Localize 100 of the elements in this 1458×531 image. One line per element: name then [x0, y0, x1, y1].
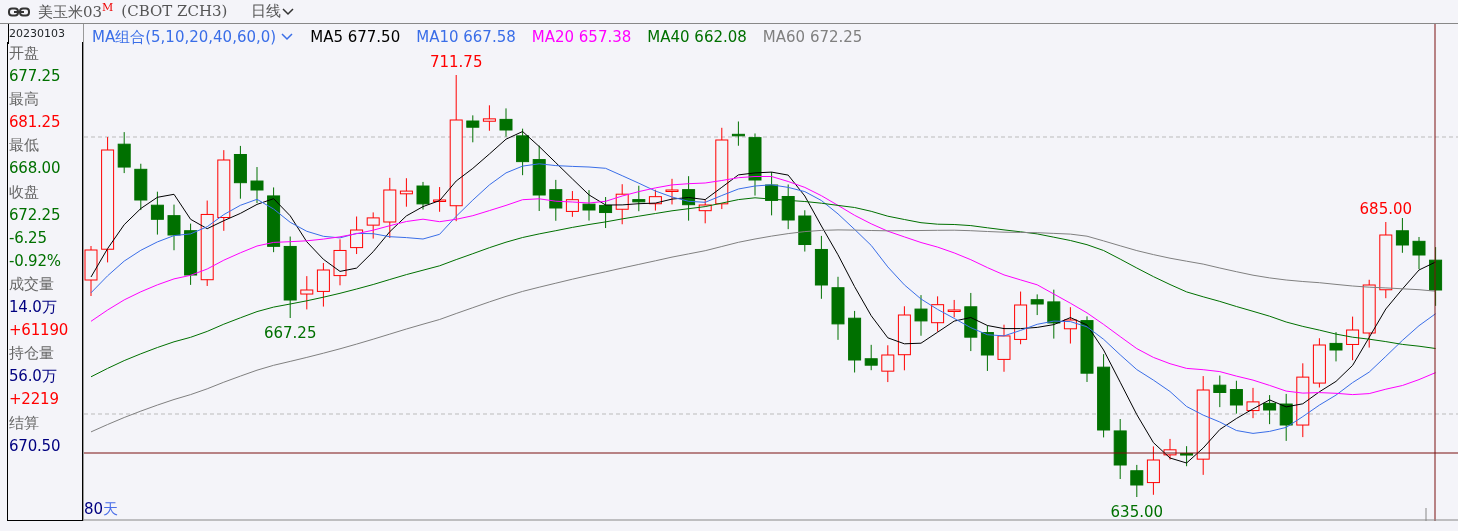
candlestick	[1163, 438, 1177, 460]
candlestick	[499, 107, 513, 138]
candlestick	[316, 262, 330, 308]
candlestick	[897, 305, 911, 371]
candlestick	[1180, 445, 1194, 467]
candlestick	[914, 294, 928, 337]
candlestick	[1014, 291, 1028, 345]
candlestick	[748, 132, 762, 197]
candlestick	[416, 181, 430, 210]
candlestick	[682, 175, 696, 222]
candlestick	[1279, 393, 1293, 442]
candlestick	[549, 179, 563, 222]
candlestick	[947, 299, 961, 318]
field-value: 670.50	[9, 435, 62, 457]
ma-value: MA5 677.50	[310, 27, 401, 48]
candlestick	[1047, 289, 1061, 340]
candlestick	[997, 324, 1011, 373]
candlestick	[1312, 337, 1326, 388]
candlestick	[134, 163, 148, 211]
caret-icon[interactable]	[281, 6, 296, 17]
candlestick	[167, 204, 181, 251]
candlestick	[532, 145, 546, 212]
period-dropdown[interactable]: 日线	[251, 0, 296, 23]
candlestick	[765, 171, 779, 216]
field-value: -0.92%	[9, 250, 62, 272]
price-label: 685.00	[1359, 200, 1413, 218]
candlestick	[1130, 464, 1144, 498]
candlestick	[350, 216, 364, 255]
candlestick	[1329, 331, 1343, 362]
field-value: 56.0万	[9, 366, 58, 388]
field-label: 开盘	[9, 43, 40, 64]
candlestick	[1030, 293, 1044, 316]
candlestick	[931, 295, 945, 333]
field-value: +61190	[9, 320, 70, 342]
field-value: +2219	[9, 389, 60, 411]
field-value: 672.25	[9, 204, 62, 226]
candlestick	[399, 177, 413, 208]
candlestick	[881, 344, 895, 383]
field-label: 最低	[9, 135, 40, 157]
instrument-code: (CBOT ZCH3)	[121, 1, 228, 23]
date-value: 20230103	[8, 24, 83, 44]
candlestick	[731, 121, 745, 147]
candlestick	[582, 189, 596, 222]
candlestick	[665, 178, 679, 205]
candlestick	[1113, 418, 1127, 480]
candlestick	[698, 199, 712, 224]
candlestick	[466, 114, 480, 143]
candlestick	[1063, 306, 1077, 345]
candlestick	[848, 310, 862, 373]
field-value: 668.00	[9, 158, 62, 180]
field-value: -6.25	[9, 227, 48, 249]
candlestick	[1246, 387, 1260, 419]
candlestick	[565, 190, 579, 218]
candlestick	[1412, 236, 1426, 270]
candlestick	[632, 185, 646, 212]
price-label: 635.00	[1110, 503, 1164, 521]
price-label: 711.75	[429, 53, 483, 71]
candlestick	[117, 131, 131, 174]
candlestick	[864, 344, 878, 371]
ma-value: MA20 657.38	[531, 27, 632, 48]
price-label: 667.25	[263, 324, 317, 342]
instrument-name: 美玉米03$^{M}$	[38, 0, 114, 23]
candlestick	[366, 211, 380, 240]
candlestick	[84, 245, 98, 297]
candlestick	[599, 196, 613, 229]
candlestick	[798, 209, 812, 253]
candlestick	[267, 186, 281, 253]
candlestick	[648, 189, 662, 212]
candlestick	[980, 325, 994, 372]
candlestick	[300, 275, 314, 310]
candlestick	[333, 238, 347, 286]
candlestick	[150, 191, 164, 236]
candlestick	[250, 166, 264, 204]
ma-value: MA10 667.58	[416, 27, 516, 48]
candlestick	[831, 276, 845, 341]
candlestick	[1080, 315, 1094, 383]
field-label: 最高	[9, 89, 40, 111]
field-value: 681.25	[9, 112, 62, 134]
candlestick	[781, 184, 795, 230]
candlestick	[433, 186, 447, 213]
candlestick	[1395, 217, 1409, 254]
candlestick	[233, 145, 247, 200]
candlestick	[383, 177, 397, 239]
field-label: 结算	[9, 412, 40, 434]
field-label: 收盘	[9, 181, 40, 203]
ma-value: MA40 662.08	[647, 27, 747, 48]
candlestick	[1229, 380, 1243, 415]
field-label: 持仓量	[9, 343, 55, 365]
candlestick	[516, 128, 530, 176]
candlestick	[1213, 375, 1227, 408]
candlestick	[184, 223, 198, 286]
ma-selector-dropdown[interactable]: MA组合(5,10,20,40,60,0)	[92, 26, 295, 49]
candlestick	[1362, 279, 1376, 349]
field-label: 成交量	[9, 273, 55, 295]
days-label: 80天	[84, 500, 119, 518]
field-value: 677.25	[9, 66, 62, 88]
candlestick	[1146, 445, 1160, 496]
candlestick	[1346, 316, 1360, 361]
link-icon[interactable]	[8, 6, 30, 17]
candlestick	[964, 292, 978, 352]
